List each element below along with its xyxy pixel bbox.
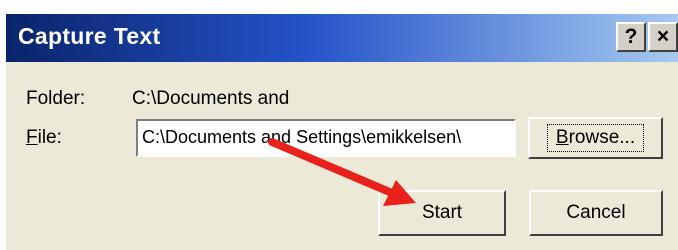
browse-button-label: Browse...	[546, 124, 645, 152]
folder-value: C:\Documents and	[132, 88, 290, 109]
cancel-button-label: Cancel	[566, 202, 626, 223]
close-button[interactable]: ×	[648, 22, 678, 52]
close-icon: ×	[656, 25, 670, 48]
capture-text-dialog: Capture Text ? × Folder: C:\Documents an…	[6, 14, 678, 250]
start-button[interactable]: Start	[378, 190, 506, 236]
folder-label: Folder:	[26, 88, 86, 109]
help-button[interactable]: ?	[616, 22, 646, 52]
browse-button[interactable]: Browse...	[528, 117, 663, 159]
file-label: File:	[26, 127, 62, 149]
browse-text: rowse...	[568, 127, 636, 148]
title-bar: Capture Text ? ×	[6, 14, 678, 62]
browse-accelerator: B	[555, 127, 569, 148]
window-title: Capture Text	[18, 23, 161, 49]
start-button-label: Start	[421, 202, 463, 223]
file-label-accelerator: F	[26, 127, 38, 148]
cancel-button[interactable]: Cancel	[529, 190, 663, 236]
file-label-text: ile:	[37, 127, 62, 148]
file-path-input[interactable]: C:\Documents and Settings\emikkelsen\	[136, 119, 516, 157]
help-icon: ?	[624, 25, 638, 48]
